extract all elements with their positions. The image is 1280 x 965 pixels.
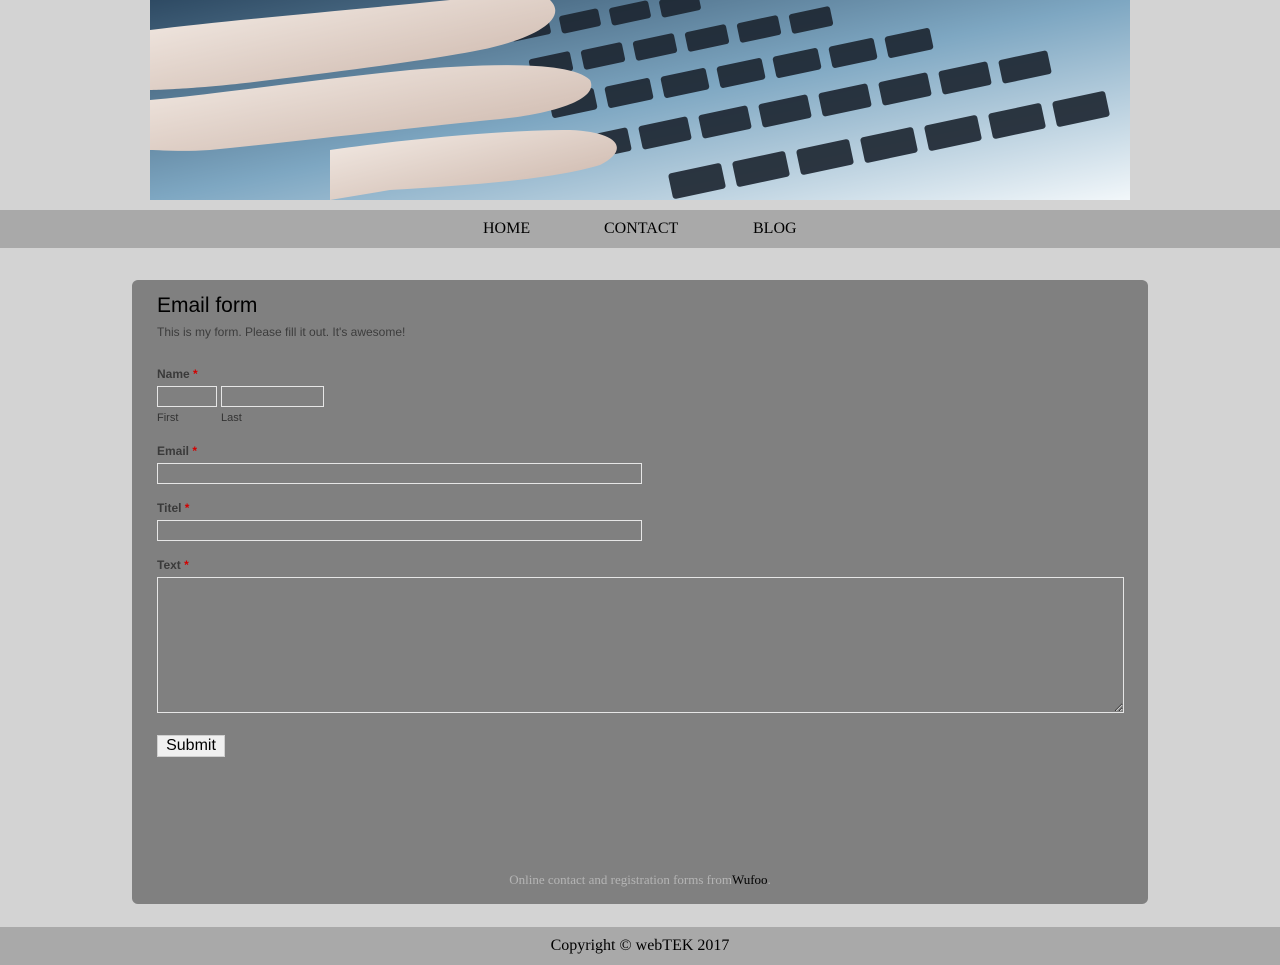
- nav-contact[interactable]: CONTACT: [604, 210, 678, 248]
- titel-input[interactable]: [157, 520, 642, 541]
- header-area: [0, 0, 1280, 210]
- powered-by-line: Online contact and registration forms fr…: [132, 872, 1148, 888]
- required-mark: *: [184, 501, 190, 515]
- submit-button[interactable]: Submit: [157, 735, 225, 757]
- first-sublabel: First: [157, 412, 179, 424]
- text-textarea[interactable]: [157, 577, 1124, 713]
- nav-blog[interactable]: BLOG: [753, 210, 797, 248]
- powered-text: Online contact and registration forms fr…: [509, 872, 732, 887]
- email-form-panel: Email form This is my form. Please fill …: [132, 280, 1148, 904]
- banner-keyboard-image: [150, 0, 1130, 200]
- copyright-text: Copyright © webTEK 2017: [550, 937, 730, 954]
- email-label-text: Email: [157, 444, 190, 458]
- email-input[interactable]: [157, 463, 642, 484]
- form-description: This is my form. Please fill it out. It'…: [157, 325, 406, 339]
- main-nav: HOME CONTACT BLOG: [0, 210, 1280, 248]
- wufoo-link[interactable]: Wufoo: [732, 872, 768, 887]
- name-label-text: Name: [157, 367, 190, 381]
- required-mark: *: [184, 558, 189, 572]
- name-label: Name *: [157, 367, 198, 381]
- page-footer: Copyright © webTEK 2017: [0, 927, 1280, 965]
- last-sublabel: Last: [221, 412, 242, 424]
- titel-label-text: Titel: [157, 501, 182, 515]
- text-label: Text *: [157, 558, 189, 572]
- powered-suffix: .: [767, 872, 771, 887]
- required-mark: *: [192, 444, 198, 458]
- email-label: Email *: [157, 444, 197, 458]
- required-mark: *: [193, 367, 198, 381]
- first-name-input[interactable]: [157, 386, 217, 407]
- nav-home[interactable]: HOME: [483, 210, 530, 248]
- last-name-input[interactable]: [221, 386, 324, 407]
- titel-label: Titel *: [157, 501, 189, 515]
- text-label-text: Text: [157, 558, 181, 572]
- form-title: Email form: [157, 294, 258, 317]
